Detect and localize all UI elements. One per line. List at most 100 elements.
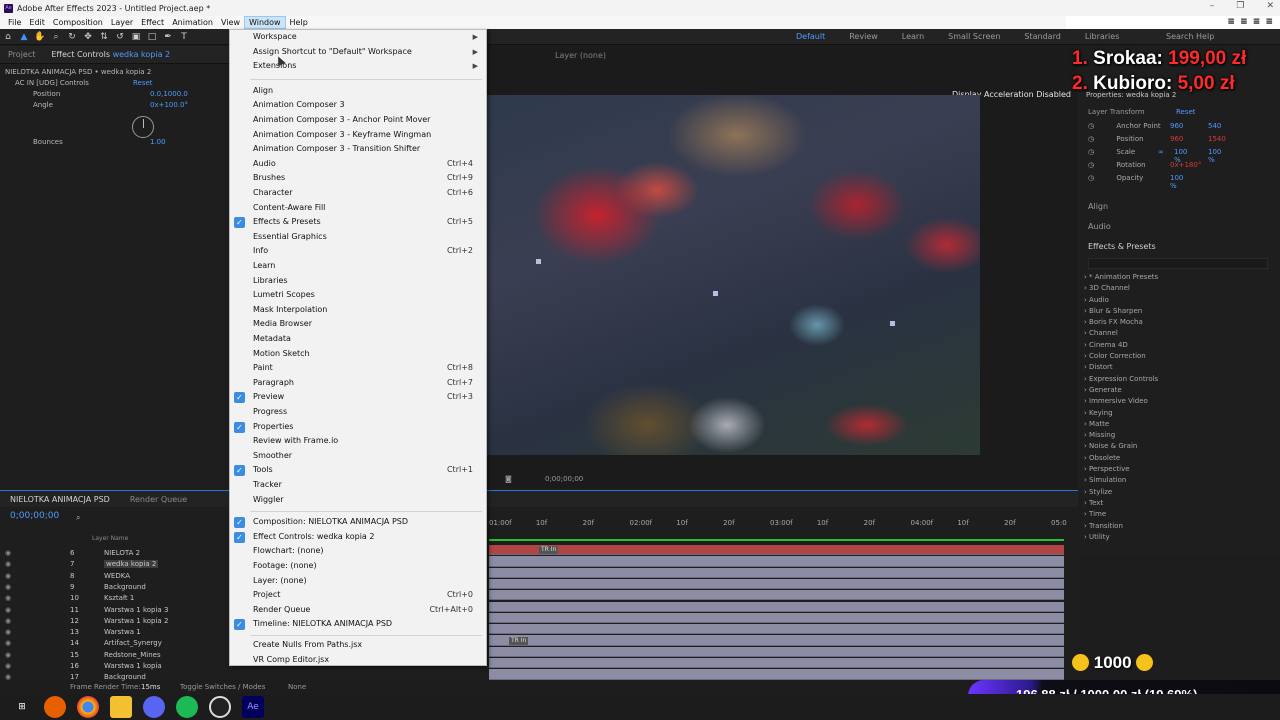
audio-section[interactable]: Audio bbox=[1088, 222, 1111, 231]
eye-icon[interactable]: ◉ bbox=[5, 639, 11, 647]
position-x[interactable]: 960 bbox=[1170, 135, 1183, 143]
tab-project[interactable]: Project bbox=[0, 50, 43, 59]
effect-row[interactable]: AC IN [UDG] Controls Reset bbox=[0, 78, 230, 89]
eye-icon[interactable]: ◉ bbox=[5, 651, 11, 659]
effects-category-item[interactable]: › Transition bbox=[1084, 521, 1158, 532]
window-menu-item[interactable]: Animation Composer 3 - Transition Shifte… bbox=[230, 142, 486, 157]
window-menu-item[interactable]: VR Comp Editor.jsx bbox=[230, 653, 486, 668]
rotation-value[interactable]: 0x+180° bbox=[1170, 161, 1201, 169]
layer-duration-bar[interactable] bbox=[489, 567, 1064, 578]
effects-category-item[interactable]: › * Animation Presets bbox=[1084, 272, 1158, 283]
rotate-tool-icon[interactable]: ↺ bbox=[112, 30, 128, 44]
window-menu-item[interactable]: Align bbox=[230, 84, 486, 99]
pen-tool-icon[interactable]: ✒ bbox=[160, 30, 176, 44]
toggle-switches-modes[interactable]: Toggle Switches / Modes bbox=[180, 683, 265, 691]
layer-duration-bar[interactable] bbox=[489, 658, 1064, 669]
window-menu-item[interactable]: Audio Ctrl+4 bbox=[230, 157, 486, 172]
eye-icon[interactable]: ◉ bbox=[5, 572, 11, 580]
window-menu-item[interactable]: Flowchart: (none) bbox=[230, 544, 486, 559]
selection-tool-icon[interactable]: ▲ bbox=[16, 30, 32, 44]
tab-comp-timeline[interactable]: NIELOTKA ANIMACJA PSD bbox=[0, 495, 120, 504]
snapshot-icon[interactable]: ◙ bbox=[505, 472, 512, 486]
eye-icon[interactable]: ◉ bbox=[5, 628, 11, 636]
timeline-layer-row[interactable]: ◉ 14 Artifact_Synergy bbox=[0, 639, 230, 650]
menu-help[interactable]: Help bbox=[286, 16, 312, 29]
stopwatch-icon[interactable]: ◷ bbox=[1088, 148, 1094, 156]
window-menu-item[interactable]: Paragraph Ctrl+7 bbox=[230, 376, 486, 391]
layer-duration-bar[interactable] bbox=[489, 545, 1064, 556]
workspace-review[interactable]: Review bbox=[837, 29, 890, 45]
type-tool-icon[interactable]: T bbox=[176, 30, 192, 44]
window-menu-item[interactable]: Media Browser bbox=[230, 317, 486, 332]
window-menu-item[interactable]: Layer: (none) bbox=[230, 574, 486, 589]
anchor-point-x[interactable]: 960 bbox=[1170, 122, 1183, 130]
window-menu-item[interactable]: Smoother bbox=[230, 449, 486, 464]
align-section[interactable]: Align bbox=[1088, 202, 1108, 211]
file-explorer-icon[interactable] bbox=[110, 696, 132, 718]
hand-tool-icon[interactable]: ✋ bbox=[32, 30, 48, 44]
window-menu-item[interactable]: Content-Aware Fill bbox=[230, 201, 486, 216]
after-effects-icon[interactable]: Ae bbox=[242, 696, 264, 718]
window-menu-item[interactable]: Workspace ▶ bbox=[230, 30, 486, 45]
composition-preview-image[interactable] bbox=[487, 95, 980, 455]
window-menu-item[interactable]: Animation Composer 3 - Anchor Point Move… bbox=[230, 113, 486, 128]
eye-icon[interactable]: ◉ bbox=[5, 583, 11, 591]
blend-mode-select[interactable]: None bbox=[288, 683, 306, 691]
viewer-timecode[interactable]: 0;00;00;00 bbox=[545, 472, 583, 486]
eye-icon[interactable]: ◉ bbox=[5, 560, 11, 568]
minimize-icon[interactable]: – bbox=[1210, 1, 1215, 11]
timeline-layer-row[interactable]: ◉ 9 Background bbox=[0, 583, 230, 594]
timeline-layer-row[interactable]: ◉ 11 Warstwa 1 kopia 3 bbox=[0, 606, 230, 617]
window-menu-item[interactable]: Footage: (none) bbox=[230, 559, 486, 574]
window-menu-item[interactable]: Libraries bbox=[230, 274, 486, 289]
menu-effect[interactable]: Effect bbox=[137, 16, 168, 29]
layer-marker[interactable]: TR In bbox=[509, 637, 529, 645]
window-menu-item[interactable]: Tracker bbox=[230, 478, 486, 493]
close-icon[interactable]: ✕ bbox=[1266, 1, 1274, 11]
window-menu-item[interactable]: Create Nulls From Paths.jsx bbox=[230, 638, 486, 653]
timeline-layer-row[interactable]: ◉ 13 Warstwa 1 bbox=[0, 628, 230, 639]
window-menu-item[interactable]: Project Ctrl+0 bbox=[230, 588, 486, 603]
workspace-small-screen[interactable]: Small Screen bbox=[936, 29, 1012, 45]
tab-render-queue[interactable]: Render Queue bbox=[120, 495, 197, 504]
effects-category-item[interactable]: › Missing bbox=[1084, 430, 1158, 441]
window-menu-item[interactable]: ✓ Preview Ctrl+3 bbox=[230, 390, 486, 405]
layer-transform-reset[interactable]: Reset bbox=[1176, 108, 1196, 116]
window-menu-item[interactable]: ✓ Effects & Presets Ctrl+5 bbox=[230, 215, 486, 230]
effects-category-item[interactable]: › Matte bbox=[1084, 419, 1158, 430]
eye-icon[interactable]: ◉ bbox=[5, 617, 11, 625]
window-menu-item[interactable]: ✓ Effect Controls: wedka kopia 2 bbox=[230, 530, 486, 545]
stopwatch-icon[interactable]: ◷ bbox=[1088, 135, 1094, 143]
discord-icon[interactable] bbox=[143, 696, 165, 718]
window-menu-item[interactable]: ✓ Composition: NIELOTKA ANIMACJA PSD bbox=[230, 515, 486, 530]
effects-category-item[interactable]: › 3D Channel bbox=[1084, 283, 1158, 294]
timeline-layer-row[interactable]: ◉ 7 wedka kopia 2 bbox=[0, 560, 230, 571]
tab-effect-controls[interactable]: Effect Controls wedka kopia 2 bbox=[43, 50, 178, 59]
timeline-layer-row[interactable]: ◉ 12 Warstwa 1 kopia 2 bbox=[0, 617, 230, 628]
orbit-tool-icon[interactable]: ↻ bbox=[64, 30, 80, 44]
timeline-layer-row[interactable]: ◉ 6 NIELOTA 2 bbox=[0, 549, 230, 560]
camera-tool-icon[interactable]: ▣ bbox=[128, 30, 144, 44]
window-menu-item[interactable]: Animation Composer 3 - Keyframe Wingman bbox=[230, 128, 486, 143]
window-menu-item[interactable]: Metadata bbox=[230, 332, 486, 347]
menu-composition[interactable]: Composition bbox=[49, 16, 107, 29]
position-value[interactable]: 0.0,1000.0 bbox=[150, 89, 188, 100]
effects-category-item[interactable]: › Keying bbox=[1084, 408, 1158, 419]
timeline-layer-row[interactable]: ◉ 8 WEDKA bbox=[0, 572, 230, 583]
effects-category-item[interactable]: › Cinema 4D bbox=[1084, 340, 1158, 351]
window-menu-item[interactable]: Animation Composer 3 bbox=[230, 98, 486, 113]
effects-category-item[interactable]: › Stylize bbox=[1084, 487, 1158, 498]
anchor-point-y[interactable]: 540 bbox=[1208, 122, 1221, 130]
chrome-icon[interactable] bbox=[77, 696, 99, 718]
bounces-value[interactable]: 1.00 bbox=[150, 137, 166, 148]
layer-duration-bar[interactable] bbox=[489, 646, 1064, 657]
workspace-learn[interactable]: Learn bbox=[890, 29, 936, 45]
menu-edit[interactable]: Edit bbox=[25, 16, 49, 29]
window-menu-item[interactable]: ✓ Tools Ctrl+1 bbox=[230, 463, 486, 478]
effect-reset-link[interactable]: Reset bbox=[133, 78, 153, 89]
window-menu-item[interactable]: Essential Graphics bbox=[230, 230, 486, 245]
time-ruler[interactable]: 01:00f 10f 20f 02:00f 10f 20f 03:00f 10f 20f 04:0… bbox=[489, 517, 1067, 531]
menu-layer[interactable]: Layer bbox=[107, 16, 137, 29]
effects-category-item[interactable]: › Color Correction bbox=[1084, 351, 1158, 362]
work-area-bar[interactable] bbox=[489, 539, 1064, 541]
